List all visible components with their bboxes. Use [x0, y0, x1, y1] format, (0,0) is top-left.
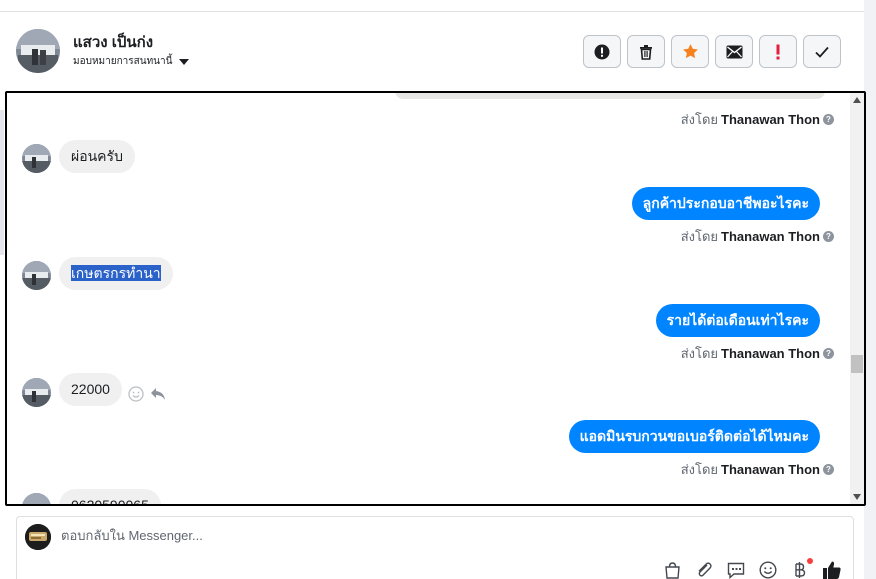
incoming-message[interactable]: 0620590065 [59, 489, 161, 504]
mark-unread-button[interactable] [715, 35, 753, 68]
top-divider [0, 0, 864, 12]
mark-spam-button[interactable] [583, 35, 621, 68]
contact-name: แสวง เป็นก่ง [73, 34, 154, 51]
contact-avatar-small[interactable] [22, 261, 51, 290]
selected-text[interactable]: เกษตรกรทำนา [71, 265, 161, 281]
help-icon[interactable]: ? [823, 231, 834, 242]
sent-by-prefix: ส่งโดย [680, 346, 719, 361]
reply-icon[interactable] [150, 387, 166, 401]
contact-avatar-small[interactable] [22, 144, 51, 173]
like-button[interactable] [822, 560, 842, 579]
image-attachment-edge[interactable] [395, 93, 825, 99]
incoming-message[interactable]: ผ่อนครับ [59, 140, 135, 173]
smiley-icon[interactable] [128, 386, 144, 402]
help-icon[interactable]: ? [823, 348, 834, 359]
agent-name: Thanawan Thon [721, 462, 820, 477]
page-avatar [25, 524, 51, 550]
assign-conversation-dropdown[interactable]: มอบหมายการสนทนานี้ [73, 54, 190, 69]
notification-dot [807, 558, 813, 564]
outgoing-message[interactable]: ลูกค้าประกอบอาชีพอะไรคะ [631, 187, 820, 220]
saved-replies-button[interactable] [726, 560, 746, 579]
sent-by-label: ส่งโดย Thanawan Thon ? [681, 226, 834, 247]
sent-by-prefix: ส่งโดย [680, 229, 719, 244]
trash-icon [640, 44, 652, 60]
reply-composer [16, 516, 854, 579]
thumbs-up-icon [823, 561, 841, 579]
outgoing-message[interactable]: แอดมินรบกวนขอเบอร์ติดต่อได้ไหมคะ [568, 420, 820, 453]
baht-currency-icon [795, 562, 806, 578]
message-hover-actions [128, 386, 166, 402]
conversation-header: แสวง เป็นก่ง มอบหมายการสนทนานี้ [8, 12, 864, 92]
scrollbar-thumb[interactable] [851, 355, 863, 373]
attach-file-button[interactable] [694, 560, 714, 579]
assign-label: มอบหมายการสนทนานี้ [73, 56, 173, 67]
alert-circle-icon [594, 44, 610, 59]
chat-bubble-icon [727, 562, 745, 579]
conversation-actions [583, 35, 841, 68]
chevron-down-icon [179, 58, 190, 65]
thread-scrollbar[interactable] [850, 93, 864, 504]
contact-avatar[interactable] [16, 29, 60, 73]
star-icon [682, 44, 698, 59]
composer-toolbar [662, 558, 842, 579]
agent-name: Thanawan Thon [721, 229, 820, 244]
help-icon[interactable]: ? [823, 464, 834, 475]
sent-by-label: ส่งโดย Thanawan Thon ? [681, 343, 834, 364]
sent-by-prefix: ส่งโดย [680, 112, 719, 127]
scroll-up-arrow-icon[interactable] [853, 97, 861, 103]
envelope-icon [726, 45, 742, 58]
sent-by-prefix: ส่งโดย [680, 462, 719, 477]
contact-avatar-small[interactable] [22, 378, 51, 407]
checkmark-icon [815, 46, 829, 58]
emoji-button[interactable] [758, 560, 778, 579]
left-panel-edge [0, 110, 4, 255]
delete-button[interactable] [627, 35, 665, 68]
sent-by-label: ส่งโดย Thanawan Thon ? [681, 109, 834, 130]
help-icon[interactable]: ? [823, 114, 834, 125]
star-button[interactable] [671, 35, 709, 68]
exclamation-icon [776, 44, 780, 59]
message-thread[interactable]: ส่งโดย Thanawan Thon ? ผ่อนครับ ลูกค้าปร… [5, 91, 866, 506]
agent-name: Thanawan Thon [721, 112, 820, 127]
scroll-down-arrow-icon[interactable] [853, 494, 861, 500]
incoming-message[interactable]: 22000 [59, 373, 122, 406]
outgoing-message[interactable]: รายได้ต่อเดือนเท่าไรคะ [655, 304, 820, 337]
follow-up-button[interactable] [759, 35, 797, 68]
shopping-bag-icon [664, 561, 680, 579]
shopping-bag-button[interactable] [662, 560, 682, 579]
mark-done-button[interactable] [803, 35, 841, 68]
emoji-icon [759, 561, 777, 579]
agent-name: Thanawan Thon [721, 346, 820, 361]
paperclip-icon [698, 562, 712, 577]
contact-avatar-small[interactable] [22, 493, 51, 504]
sent-by-label: ส่งโดย Thanawan Thon ? [681, 459, 834, 480]
incoming-message[interactable]: เกษตรกรทำนา [59, 257, 173, 290]
reply-input[interactable] [61, 528, 561, 543]
payment-button[interactable] [790, 558, 813, 579]
